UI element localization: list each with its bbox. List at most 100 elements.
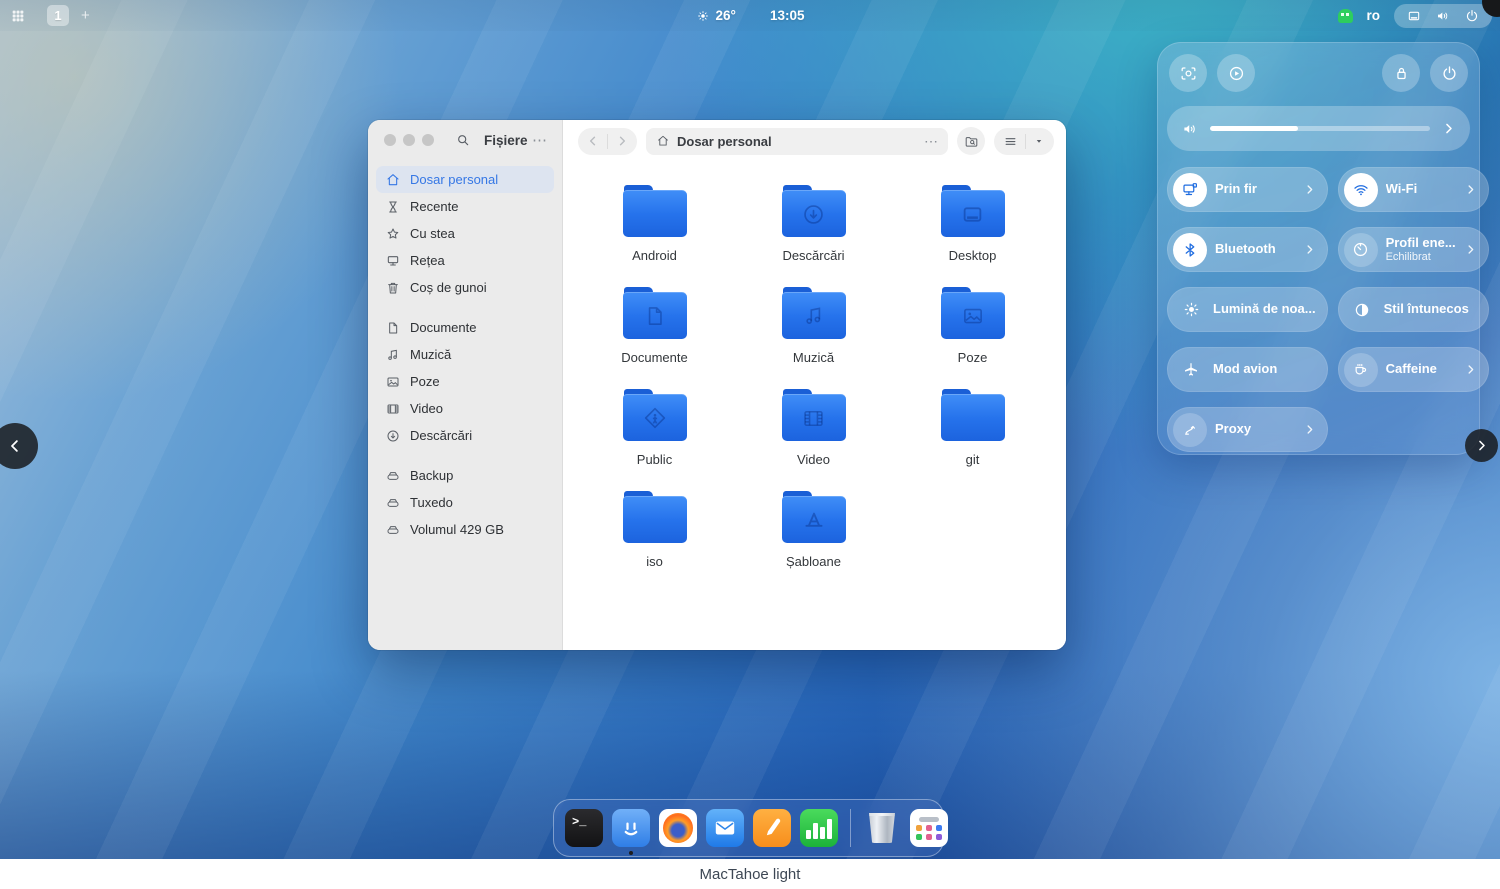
dock-app-grid[interactable] xyxy=(910,809,948,847)
files-content-pane: Dosar personal ⋯ Android Descărcări Desk… xyxy=(563,120,1066,650)
sidebar-item-starred[interactable]: Cu stea xyxy=(376,220,554,247)
dock-trash[interactable] xyxy=(863,809,901,847)
dock-firefox[interactable] xyxy=(659,809,697,847)
folder-android[interactable]: Android xyxy=(590,184,720,263)
list-view-icon xyxy=(1003,134,1018,149)
folder-pictures[interactable]: Poze xyxy=(908,286,1038,365)
path-bar[interactable]: Dosar personal ⋯ xyxy=(646,128,948,155)
chevron-right-icon xyxy=(1303,183,1316,196)
sidebar-item-volume-429gb[interactable]: Volumul 429 GB xyxy=(376,516,554,543)
lock-screen-button[interactable] xyxy=(1382,54,1420,92)
sidebar-item-videos[interactable]: Video xyxy=(376,395,554,422)
document-icon xyxy=(642,303,668,329)
volume-slider-row xyxy=(1167,106,1470,151)
forward-button[interactable] xyxy=(615,134,629,148)
sidebar-item-home[interactable]: Dosar personal xyxy=(376,166,554,193)
sidebar-item-music[interactable]: Muzică xyxy=(376,341,554,368)
workspace-number: 1 xyxy=(54,8,61,23)
dock-charts[interactable] xyxy=(800,809,838,847)
airplane-icon xyxy=(1177,353,1205,387)
document-icon xyxy=(385,320,401,336)
close-window-button[interactable] xyxy=(384,134,396,146)
home-icon xyxy=(656,134,670,148)
path-menu-button[interactable]: ⋯ xyxy=(924,133,938,150)
next-page-button[interactable] xyxy=(1465,429,1498,462)
toggle-night-light[interactable]: Lumină de noa... xyxy=(1167,287,1328,332)
workspace-indicator[interactable]: 1 xyxy=(47,5,69,26)
tray-ghost-icon[interactable] xyxy=(1338,9,1353,23)
toggle-wifi[interactable]: Wi-Fi xyxy=(1338,167,1489,212)
files-sidebar: Fișiere ⋯ Dosar personal Recente Cu stea… xyxy=(368,120,563,650)
dark-style-icon xyxy=(1348,293,1376,327)
keyboard-layout-indicator[interactable]: ro xyxy=(1367,8,1381,23)
maximize-window-button[interactable] xyxy=(422,134,434,146)
view-switcher[interactable] xyxy=(994,128,1054,155)
open-location-button[interactable] xyxy=(957,127,985,155)
recent-icon xyxy=(385,199,401,215)
clock[interactable]: 13:05 xyxy=(770,8,805,23)
prev-page-button[interactable] xyxy=(0,423,38,469)
dock-separator xyxy=(850,809,851,847)
toggle-dark-style[interactable]: Stil întunecos xyxy=(1338,287,1489,332)
theme-preview-page: 1 + 26° 13:05 ro xyxy=(0,0,1500,889)
desktop-wallpaper: 1 + 26° 13:05 ro xyxy=(0,0,1500,859)
chevron-left-icon xyxy=(6,437,24,455)
toggle-power-profile[interactable]: Profil ene... Echilibrat xyxy=(1338,227,1489,272)
volume-slider[interactable] xyxy=(1210,126,1430,131)
toggle-bluetooth[interactable]: Bluetooth xyxy=(1167,227,1328,272)
folder-documents[interactable]: Documente xyxy=(590,286,720,365)
coffee-icon xyxy=(1344,353,1378,387)
folder-templates[interactable]: Șabloane xyxy=(749,490,879,569)
add-workspace-button[interactable]: + xyxy=(81,7,90,24)
sidebar-item-tuxedo-drive[interactable]: Tuxedo xyxy=(376,489,554,516)
dock-files[interactable] xyxy=(612,809,650,847)
sidebar-item-trash[interactable]: Coș de gunoi xyxy=(376,274,554,301)
sidebar-item-recent[interactable]: Recente xyxy=(376,193,554,220)
search-button[interactable] xyxy=(455,132,471,148)
folder-iso[interactable]: iso xyxy=(590,490,720,569)
bluetooth-icon xyxy=(1173,233,1207,267)
sidebar-item-network[interactable]: Rețea xyxy=(376,247,554,274)
back-button[interactable] xyxy=(586,134,600,148)
chevron-right-icon xyxy=(1464,243,1477,256)
top-bar: 1 + 26° 13:05 ro xyxy=(0,0,1500,31)
toggle-airplane-mode[interactable]: Mod avion xyxy=(1167,347,1328,392)
app-launcher-icon[interactable] xyxy=(9,7,27,25)
window-menu-button[interactable]: ⋯ xyxy=(532,131,548,149)
folder-videos[interactable]: Video xyxy=(749,388,879,467)
folder-desktop[interactable]: Desktop xyxy=(908,184,1038,263)
volume-expand-chevron-icon[interactable] xyxy=(1441,121,1456,136)
power-menu-button[interactable] xyxy=(1430,54,1468,92)
theme-name-label: MacTahoe light xyxy=(700,866,801,883)
view-options-caret-icon xyxy=(1033,135,1045,147)
temperature-label: 26° xyxy=(716,8,736,23)
sidebar-item-backup-drive[interactable]: Backup xyxy=(376,462,554,489)
toggle-wired[interactable]: Prin fir xyxy=(1167,167,1328,212)
dock-terminal[interactable]: >_ xyxy=(565,809,603,847)
weather-widget[interactable]: 26° xyxy=(696,8,736,23)
folder-public[interactable]: Public xyxy=(590,388,720,467)
image-icon xyxy=(385,374,401,390)
sidebar-item-documents[interactable]: Documente xyxy=(376,314,554,341)
media-controls-button[interactable] xyxy=(1217,54,1255,92)
sidebar-item-pictures[interactable]: Poze xyxy=(376,368,554,395)
pen-icon xyxy=(758,814,786,842)
toggle-proxy[interactable]: Proxy xyxy=(1167,407,1328,452)
folder-downloads[interactable]: Descărcări xyxy=(749,184,879,263)
proxy-icon xyxy=(1173,413,1207,447)
folder-music[interactable]: Muzică xyxy=(749,286,879,365)
theme-caption: MacTahoe light xyxy=(0,859,1500,889)
sidebar-item-downloads[interactable]: Descărcări xyxy=(376,422,554,449)
sidebar-group-folders: Documente Muzică Poze Video Descărcări xyxy=(376,314,554,449)
screenshot-button[interactable] xyxy=(1169,54,1207,92)
folder-git[interactable]: git xyxy=(908,388,1038,467)
toggle-caffeine[interactable]: Caffeine xyxy=(1338,347,1489,392)
sidebar-header: Fișiere ⋯ xyxy=(368,120,562,160)
dock-pages[interactable] xyxy=(753,809,791,847)
minimize-window-button[interactable] xyxy=(403,134,415,146)
system-status-menu[interactable] xyxy=(1394,4,1492,28)
finder-face-icon xyxy=(616,813,646,843)
trash-bin-icon xyxy=(869,813,895,843)
dock-mail[interactable] xyxy=(706,809,744,847)
search-icon xyxy=(455,132,471,148)
